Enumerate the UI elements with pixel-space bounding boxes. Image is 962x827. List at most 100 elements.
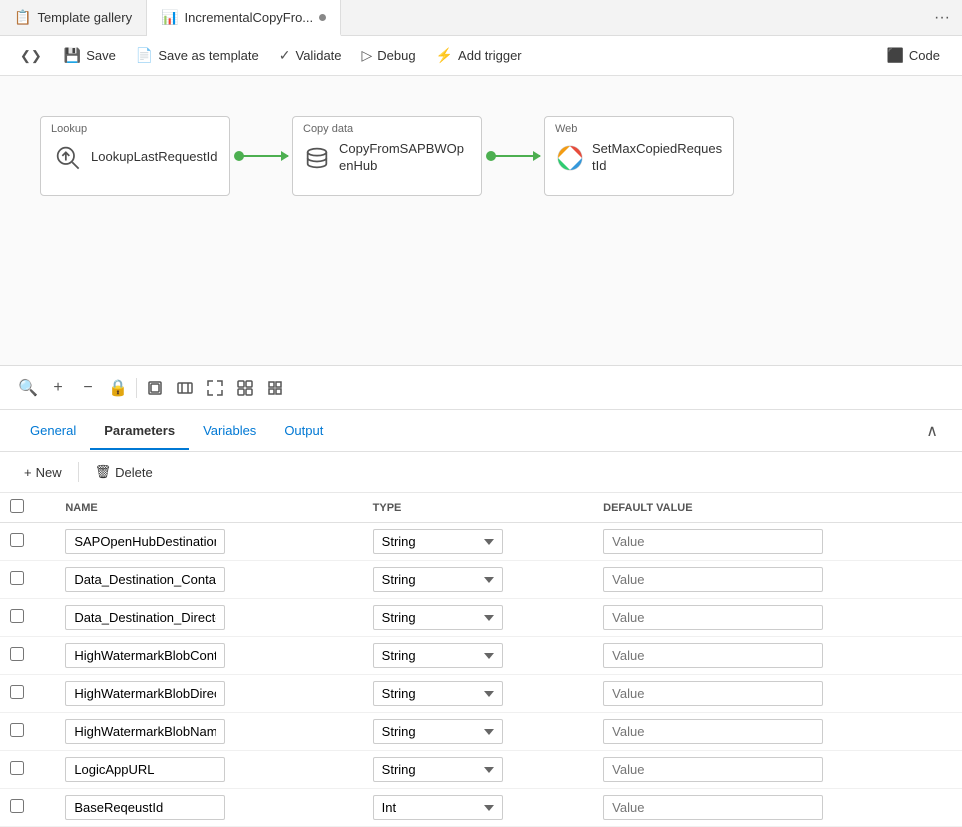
select-all-checkbox[interactable] — [10, 499, 24, 513]
zoom-fit3-button[interactable] — [201, 374, 229, 402]
row-checkbox-3[interactable] — [10, 647, 24, 661]
row-checkbox-1[interactable] — [10, 571, 24, 585]
table-row: StringIntBoolArrayObjectFloatSecureStrin… — [0, 637, 962, 675]
col-header-value: DEFAULT VALUE — [593, 493, 962, 523]
canvas-area[interactable]: Lookup LookupLastRequestId Copy data — [0, 76, 962, 366]
tab-output[interactable]: Output — [270, 413, 337, 450]
more-options-button[interactable]: ··· — [922, 9, 962, 27]
table-row: StringIntBoolArrayObjectFloatSecureStrin… — [0, 599, 962, 637]
web-node-type: Web — [555, 123, 723, 135]
copy-data-node[interactable]: Copy data CopyFromSAPBWOpenHub — [292, 116, 482, 196]
delete-parameter-button[interactable]: 🗑 Delete — [87, 460, 161, 484]
web-node-body: SetMaxCopiedRequestId — [555, 141, 723, 175]
table-row: StringIntBoolArrayObjectFloatSecureStrin… — [0, 675, 962, 713]
sidebar-toggle-button[interactable]: ❮❯ — [14, 44, 48, 68]
row-value-input-6[interactable] — [603, 757, 823, 782]
row-name-cell — [55, 751, 362, 789]
zoom-search-button[interactable]: 🔍 — [14, 374, 42, 402]
row-name-input-0[interactable] — [65, 529, 225, 554]
save-label: Save — [86, 48, 116, 63]
row-value-cell — [593, 637, 962, 675]
table-row: StringIntBoolArrayObjectFloatSecureStrin… — [0, 713, 962, 751]
row-name-input-3[interactable] — [65, 643, 225, 668]
lookup-node-icon — [51, 141, 83, 173]
row-checkbox-7[interactable] — [10, 799, 24, 813]
lookup-node-type: Lookup — [51, 123, 219, 135]
debug-button[interactable]: ▷ Debug — [354, 43, 424, 68]
code-button[interactable]: ⬛ Code — [878, 43, 948, 68]
row-value-input-4[interactable] — [603, 681, 823, 706]
row-value-input-7[interactable] — [603, 795, 823, 820]
zoom-grid-button[interactable] — [261, 374, 289, 402]
save-template-icon: 📄 — [136, 47, 153, 64]
row-type-cell: StringIntBoolArrayObjectFloatSecureStrin… — [363, 675, 594, 713]
row-type-select-0[interactable]: StringIntBoolArrayObjectFloatSecureStrin… — [373, 529, 503, 554]
row-name-cell — [55, 523, 362, 561]
row-name-input-2[interactable] — [65, 605, 225, 630]
col-header-type: TYPE — [363, 493, 594, 523]
tab-general[interactable]: General — [16, 413, 90, 450]
row-name-input-7[interactable] — [65, 795, 225, 820]
panel-tabs: General Parameters Variables Output ∧ — [0, 410, 962, 452]
tab-template-gallery[interactable]: 📋 Template gallery — [0, 0, 147, 36]
row-type-cell: StringIntBoolArrayObjectFloatSecureStrin… — [363, 599, 594, 637]
zoom-bar: 🔍 + − 🔒 — [0, 366, 962, 410]
row-checkbox-6[interactable] — [10, 761, 24, 775]
row-type-select-3[interactable]: StringIntBoolArrayObjectFloatSecureStrin… — [373, 643, 503, 668]
code-icon: ⬛ — [886, 47, 903, 64]
tab-incremental-copy-icon: 📊 — [161, 9, 178, 26]
new-parameter-button[interactable]: + New — [16, 461, 70, 484]
tab-parameters[interactable]: Parameters — [90, 413, 189, 450]
zoom-in-button[interactable]: + — [44, 374, 72, 402]
add-trigger-button[interactable]: ⚡ Add trigger — [428, 43, 530, 68]
row-name-input-6[interactable] — [65, 757, 225, 782]
row-type-cell: StringIntBoolArrayObjectFloatSecureStrin… — [363, 713, 594, 751]
row-value-input-2[interactable] — [603, 605, 823, 630]
zoom-out-button[interactable]: − — [74, 374, 102, 402]
lookup-node-body: LookupLastRequestId — [51, 141, 219, 173]
row-type-cell: StringIntBoolArrayObjectFloatSecureStrin… — [363, 751, 594, 789]
row-type-select-2[interactable]: StringIntBoolArrayObjectFloatSecureStrin… — [373, 605, 503, 630]
save-as-template-button[interactable]: 📄 Save as template — [128, 43, 267, 68]
row-name-input-1[interactable] — [65, 567, 225, 592]
table-row: StringIntBoolArrayObjectFloatSecureStrin… — [0, 751, 962, 789]
row-name-input-4[interactable] — [65, 681, 225, 706]
tab-variables[interactable]: Variables — [189, 413, 270, 450]
arrow-2-line — [494, 155, 540, 157]
row-value-cell — [593, 751, 962, 789]
zoom-fit2-button[interactable] — [171, 374, 199, 402]
row-type-cell: StringIntBoolArrayObjectFloatSecureStrin… — [363, 561, 594, 599]
row-checkbox-2[interactable] — [10, 609, 24, 623]
validate-button[interactable]: ✓ Validate — [271, 43, 350, 68]
save-button[interactable]: 💾 Save — [56, 43, 124, 68]
delete-label: Delete — [115, 465, 153, 480]
row-type-select-7[interactable]: StringIntBoolArrayObjectFloatSecureStrin… — [373, 795, 503, 820]
row-type-select-5[interactable]: StringIntBoolArrayObjectFloatSecureStrin… — [373, 719, 503, 744]
delete-icon: 🗑 — [95, 464, 112, 480]
lookup-node[interactable]: Lookup LookupLastRequestId — [40, 116, 230, 196]
web-node[interactable]: Web SetMaxCopiedRequestId — [544, 116, 734, 196]
validate-icon: ✓ — [279, 47, 291, 64]
row-type-select-1[interactable]: StringIntBoolArrayObjectFloatSecureStrin… — [373, 567, 503, 592]
row-name-cell — [55, 789, 362, 827]
row-value-input-5[interactable] — [603, 719, 823, 744]
panel-collapse-button[interactable]: ∧ — [918, 417, 946, 445]
tab-incremental-copy[interactable]: 📊 IncrementalCopyFro... — [147, 0, 341, 36]
row-checkbox-0[interactable] — [10, 533, 24, 547]
zoom-fit1-button[interactable] — [141, 374, 169, 402]
row-checkbox-cell — [0, 675, 55, 713]
row-value-input-0[interactable] — [603, 529, 823, 554]
zoom-lock-button[interactable]: 🔒 — [104, 374, 132, 402]
row-type-select-6[interactable]: StringIntBoolArrayObjectFloatSecureStrin… — [373, 757, 503, 782]
title-bar: 📋 Template gallery 📊 IncrementalCopyFro.… — [0, 0, 962, 36]
row-name-input-5[interactable] — [65, 719, 225, 744]
row-type-select-4[interactable]: StringIntBoolArrayObjectFloatSecureStrin… — [373, 681, 503, 706]
row-checkbox-5[interactable] — [10, 723, 24, 737]
zoom-fit4-button[interactable] — [231, 374, 259, 402]
row-value-input-1[interactable] — [603, 567, 823, 592]
row-value-cell — [593, 523, 962, 561]
row-value-input-3[interactable] — [603, 643, 823, 668]
row-checkbox-4[interactable] — [10, 685, 24, 699]
copy-data-node-name: CopyFromSAPBWOpenHub — [339, 141, 471, 175]
table-row: StringIntBoolArrayObjectFloatSecureStrin… — [0, 561, 962, 599]
